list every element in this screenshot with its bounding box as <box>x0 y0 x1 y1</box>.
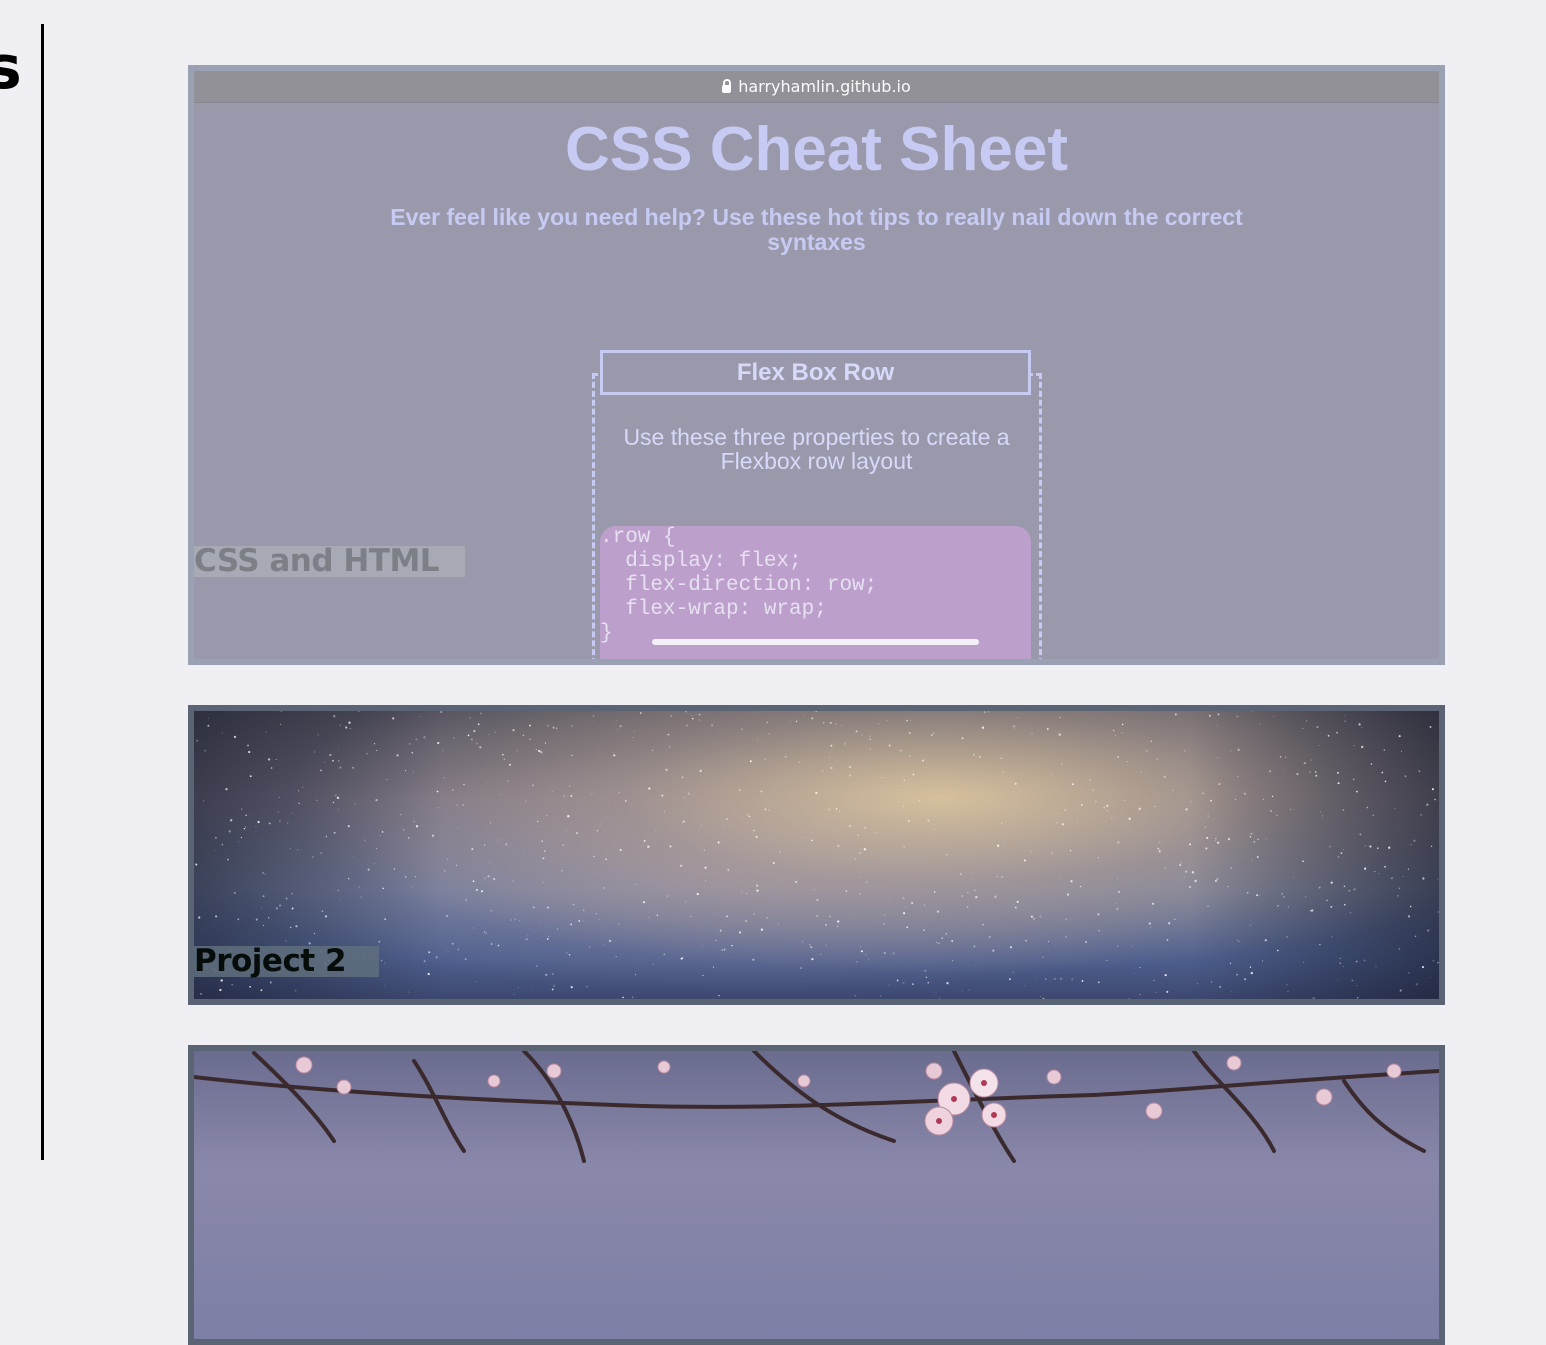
preview-site-subtitle: Ever feel like you need help? Use these … <box>390 204 1243 255</box>
flexbox-row-description: Use these three properties to create a F… <box>623 424 1010 474</box>
page-heading-fragment: s <box>0 33 22 103</box>
project-card-2[interactable]: Project 2 <box>188 705 1445 1005</box>
url-text: harryhamlin.github.io <box>738 77 911 96</box>
vertical-divider <box>41 24 44 1160</box>
project-title-label-2[interactable]: Project 2 <box>194 946 379 977</box>
project-title-label[interactable]: CSS and HTML <box>194 546 465 577</box>
project-card-3[interactable] <box>188 1045 1445 1345</box>
scroll-indicator <box>652 639 979 645</box>
code-snippet-text: .row { display: flex; flex-direction: ro… <box>600 526 878 645</box>
code-snippet: .row { display: flex; flex-direction: ro… <box>600 526 1031 659</box>
lock-icon <box>722 78 732 93</box>
flexbox-row-title: Flex Box Row <box>600 350 1031 395</box>
stars-field <box>194 711 1439 999</box>
preview-site-title: CSS Cheat Sheet <box>564 115 1069 184</box>
project-card-css-cheat-sheet[interactable]: harryhamlin.github.io CSS Cheat Sheet Ev… <box>188 65 1445 665</box>
browser-url-bar: harryhamlin.github.io <box>194 71 1439 103</box>
blossom-branches <box>194 1051 1439 1163</box>
